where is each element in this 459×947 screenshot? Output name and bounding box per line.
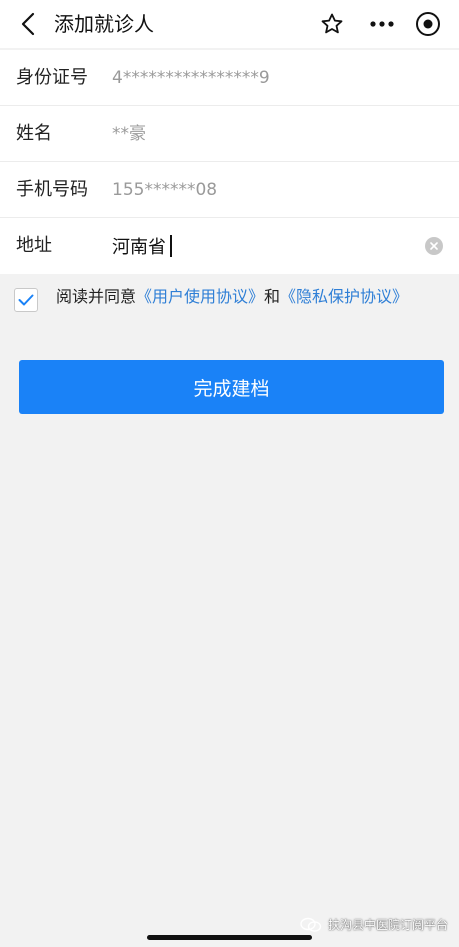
agreement-row: 阅读并同意《用户使用协议》和《隐私保护协议》 xyxy=(0,280,459,320)
clear-button[interactable] xyxy=(425,237,443,255)
address-input[interactable] xyxy=(112,230,412,262)
name-value[interactable]: **豪 xyxy=(112,106,146,162)
address-row: 地址 xyxy=(0,218,459,274)
more-dots-icon xyxy=(370,21,394,27)
agreement-prefix: 阅读并同意 xyxy=(56,287,137,306)
agreement-conjunction: 和 xyxy=(264,287,281,306)
more-button[interactable] xyxy=(368,10,396,38)
patient-form: 身份证号 4****************9 姓名 **豪 手机号码 155*… xyxy=(0,50,459,274)
name-row: 姓名 **豪 xyxy=(0,106,459,162)
address-label: 地址 xyxy=(16,235,52,256)
favorite-button[interactable] xyxy=(318,10,346,38)
page-title: 添加就诊人 xyxy=(54,12,154,36)
target-circle-icon xyxy=(416,12,440,36)
text-caret xyxy=(170,235,172,257)
user-agreement-link[interactable]: 《用户使用协议》 xyxy=(136,287,264,306)
clear-x-icon xyxy=(430,242,438,250)
checkmark-icon xyxy=(18,294,34,306)
phone-label: 手机号码 xyxy=(16,179,88,200)
back-button[interactable] xyxy=(14,10,42,38)
agreement-text: 阅读并同意《用户使用协议》和《隐私保护协议》 xyxy=(56,286,408,308)
watermark-text: 扶沟县中医院订阅平台 xyxy=(328,918,449,932)
name-label: 姓名 xyxy=(16,123,52,144)
id-number-value[interactable]: 4****************9 xyxy=(112,50,270,106)
star-icon xyxy=(321,13,343,34)
close-miniprogram-button[interactable] xyxy=(414,10,442,38)
nav-bar: 添加就诊人 xyxy=(0,0,459,48)
phone-row: 手机号码 155******08 xyxy=(0,162,459,218)
complete-registration-button[interactable]: 完成建档 xyxy=(19,360,444,414)
id-number-label: 身份证号 xyxy=(16,67,88,88)
watermark: 扶沟县中医院订阅平台 xyxy=(300,916,448,933)
page: 添加就诊人 身份证号 4****************9 姓名 **豪 手机号… xyxy=(0,0,459,947)
privacy-agreement-link[interactable]: 《隐私保护协议》 xyxy=(280,287,408,306)
wechat-logo-icon xyxy=(300,917,322,933)
id-number-row: 身份证号 4****************9 xyxy=(0,50,459,106)
agreement-checkbox[interactable] xyxy=(14,288,38,312)
chevron-left-icon xyxy=(21,12,35,36)
phone-value[interactable]: 155******08 xyxy=(112,162,217,218)
home-indicator[interactable] xyxy=(147,935,312,940)
